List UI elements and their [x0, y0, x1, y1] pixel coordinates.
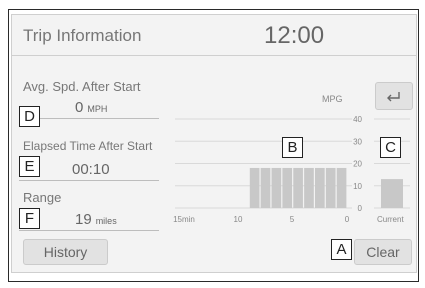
- trip-information-screen: Trip Information 12:00 Avg. Spd. After S…: [11, 14, 417, 273]
- callout-a: A: [331, 239, 352, 260]
- y-tick-label: 30: [353, 137, 362, 146]
- chart-y-axis-label: MPG: [322, 94, 343, 104]
- y-tick-label: 20: [353, 160, 362, 169]
- callout-d: D: [19, 106, 40, 127]
- history-bar: [304, 167, 314, 208]
- x-tick-label: 10: [234, 215, 243, 224]
- history-bar: [336, 167, 347, 208]
- clear-button[interactable]: Clear: [354, 239, 412, 265]
- history-bar: [271, 167, 282, 208]
- history-bar: [293, 167, 303, 208]
- current-bar: [381, 179, 403, 208]
- history-bar: [260, 167, 271, 208]
- y-tick-label: 0: [358, 204, 363, 213]
- chart-x-ticks: 15min 10 5 0: [173, 215, 350, 224]
- history-bar: [315, 167, 325, 208]
- x-tick-label: 0: [345, 215, 350, 224]
- history-bar: [325, 167, 336, 208]
- callout-e: E: [19, 156, 40, 177]
- chart-current-label: Current: [377, 215, 404, 224]
- return-arrow-icon: [387, 92, 400, 102]
- history-bar: [249, 167, 260, 208]
- history-bar: [282, 167, 293, 208]
- y-tick-label: 40: [353, 115, 362, 124]
- x-tick-label: 5: [290, 215, 295, 224]
- callout-b: B: [282, 137, 303, 158]
- back-button[interactable]: [375, 82, 413, 110]
- y-tick-label: 10: [353, 182, 362, 191]
- callout-f: F: [19, 208, 40, 229]
- chart-y-ticks: 0 10 20 30 40: [353, 115, 362, 213]
- mpg-history-chart: MPG 0 10 20 30 40 15min 10 5 0 Current: [173, 94, 410, 224]
- chart-bars: [249, 167, 403, 208]
- x-tick-label: 15min: [173, 215, 195, 224]
- callout-c: C: [380, 137, 401, 158]
- history-button[interactable]: History: [23, 239, 108, 265]
- chart-grid: [175, 118, 410, 209]
